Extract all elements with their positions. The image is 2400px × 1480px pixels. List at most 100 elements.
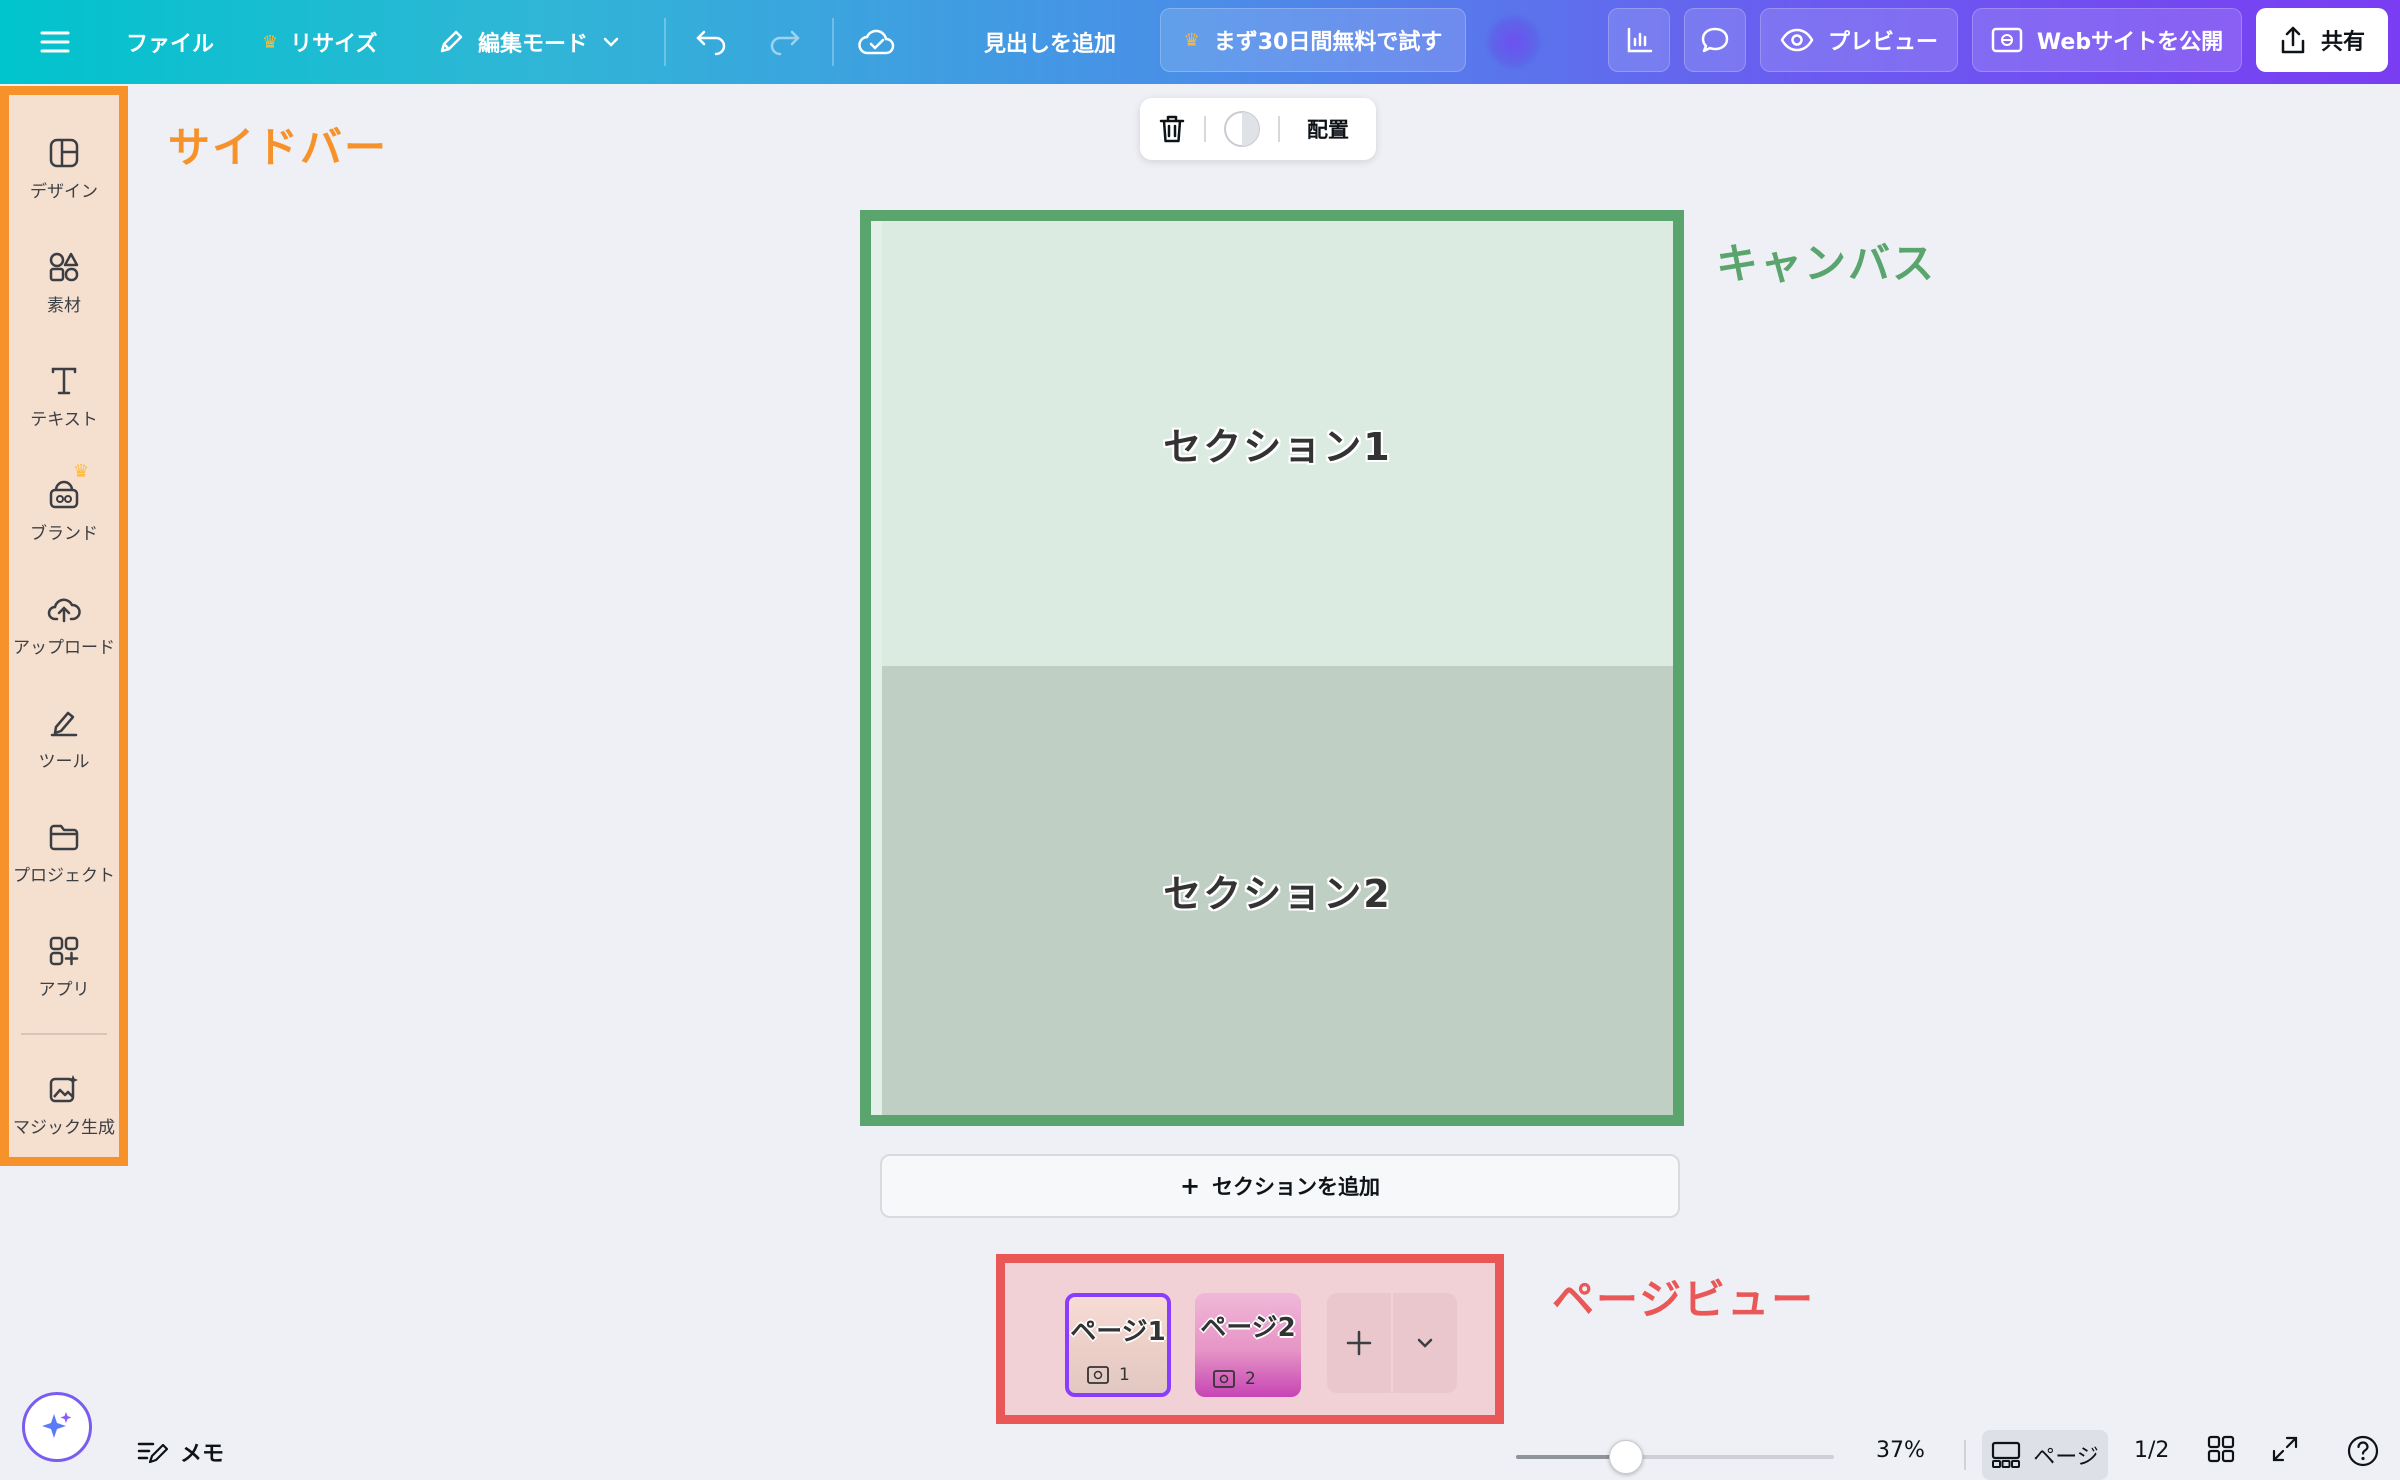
help-icon (2347, 1435, 2379, 1467)
publish-website-button[interactable]: Webサイトを公開 (1972, 8, 2242, 72)
add-section-button[interactable]: + セクションを追加 (880, 1154, 1680, 1218)
pencil-icon (440, 30, 463, 53)
crown-icon: ♛ (262, 31, 279, 53)
fullscreen-button[interactable] (2270, 1434, 2300, 1464)
save-status-button[interactable] (858, 0, 896, 84)
share-label: 共有 (2320, 30, 2365, 55)
preview-label: プレビュー (1827, 30, 1938, 55)
page-thumbnail-1[interactable]: ページ1 1 (1065, 1293, 1171, 1397)
sidebar-item-text[interactable]: テキスト (9, 347, 119, 447)
insights-button[interactable] (1608, 8, 1670, 72)
sidebar-item-label: マジック生成 (13, 1117, 115, 1138)
free-trial-label: まず30日間無料で試す (1213, 30, 1443, 55)
zoom-slider[interactable] (1516, 1455, 1834, 1459)
sidebar-item-label: アプリ (38, 979, 90, 1000)
add-heading-button[interactable]: 見出しを追加 (984, 0, 1116, 84)
sidebar: デザイン 素材 テキスト ♛ ブランド アップロード ツール プロジェクト アプ… (0, 86, 128, 1166)
sidebar-item-label: 素材 (47, 295, 81, 316)
chevron-down-icon (603, 37, 619, 47)
edit-mode-dropdown[interactable]: 編集モード (436, 0, 622, 84)
section-title: セクション2 (1163, 872, 1392, 916)
magic-media-icon (49, 1074, 78, 1102)
sidebar-item-design[interactable]: デザイン (9, 119, 119, 219)
sidebar-item-brand[interactable]: ♛ ブランド (9, 461, 119, 561)
page-number-label: 1 (1119, 1365, 1130, 1385)
elements-icon (49, 252, 79, 281)
resize-button[interactable]: ♛ リサイズ (262, 0, 377, 84)
avatar[interactable] (1488, 16, 1540, 68)
top-toolbar: ファイル ♛ リサイズ 編集モード 見出しを追加 ♛ まず30日間無料で試す プ… (0, 0, 2400, 84)
preview-button[interactable]: プレビュー (1760, 8, 1958, 72)
pages-view-button[interactable]: ページ (1982, 1430, 2108, 1480)
chevron-down-icon (1417, 1338, 1433, 1348)
file-menu[interactable]: ファイル (126, 0, 214, 84)
apps-icon (49, 936, 79, 965)
website-page-icon (1087, 1366, 1109, 1384)
page-number-label: 2 (1245, 1369, 1256, 1389)
page-options-button[interactable] (1393, 1293, 1457, 1393)
sidebar-item-label: ブランド (30, 523, 98, 544)
comment-icon (1701, 27, 1729, 53)
main-menu-button[interactable] (40, 0, 70, 84)
website-page-icon (1213, 1370, 1235, 1388)
plus-icon (1346, 1330, 1372, 1356)
redo-button[interactable] (768, 0, 802, 84)
pages-icon (1992, 1441, 2021, 1468)
sidebar-item-apps[interactable]: アプリ (9, 917, 119, 1017)
free-trial-button[interactable]: ♛ まず30日間無料で試す (1160, 8, 1466, 72)
sparkle-icon (42, 1412, 72, 1438)
divider (1964, 1440, 1966, 1470)
zoom-level[interactable]: 37% (1876, 1438, 1925, 1463)
canvas-annotation: キャンバス (1716, 239, 1937, 288)
hamburger-icon (40, 31, 70, 53)
add-section-label: セクションを追加 (1212, 1175, 1381, 1199)
canvas[interactable]: セクション1 セクション2 (860, 210, 1684, 1126)
pageview-annotation: ページビュー (1552, 1275, 1816, 1324)
sidebar-item-label: アップロード (13, 637, 115, 658)
brand-icon (49, 480, 79, 508)
design-icon (49, 138, 79, 167)
page-thumbnail-2[interactable]: ページ2 2 (1195, 1293, 1301, 1397)
comments-button[interactable] (1684, 8, 1746, 72)
undo-icon (696, 30, 726, 56)
page-number: 1 (1087, 1365, 1130, 1385)
expand-icon (2272, 1436, 2298, 1462)
crown-icon: ♛ (1183, 29, 1200, 51)
sidebar-annotation: サイドバー (168, 123, 389, 172)
sidebar-item-tools[interactable]: ツール (9, 689, 119, 789)
tools-icon (50, 711, 78, 736)
help-button[interactable] (2346, 1434, 2380, 1468)
magic-assistant-button[interactable] (22, 1392, 92, 1462)
section-2[interactable]: セクション2 (882, 666, 1673, 1115)
zoom-slider-handle[interactable] (1609, 1440, 1644, 1474)
grid-view-button[interactable] (2206, 1434, 2236, 1464)
add-heading-label: 見出しを追加 (984, 32, 1117, 57)
add-page-button[interactable] (1327, 1293, 1391, 1393)
sidebar-item-elements[interactable]: 素材 (9, 233, 119, 333)
share-button[interactable]: 共有 (2256, 8, 2388, 72)
pages-view-label: ページ (2033, 1445, 2099, 1470)
page-counter[interactable]: 1/2 (2134, 1438, 2169, 1463)
sidebar-item-upload[interactable]: アップロード (9, 575, 119, 675)
bar-chart-icon (1627, 27, 1653, 53)
arrange-button[interactable]: 配置 (1280, 114, 1376, 144)
page-thumbnail-title: ページ2 (1200, 1313, 1296, 1343)
resize-label: リサイズ (290, 32, 378, 57)
website-icon (1991, 27, 2023, 53)
upload-icon (47, 598, 81, 622)
page-number: 2 (1213, 1369, 1256, 1389)
undo-button[interactable] (694, 0, 728, 84)
transparency-button[interactable] (1206, 110, 1278, 148)
sidebar-item-label: プロジェクト (13, 865, 115, 886)
notes-button[interactable]: メモ (136, 1436, 224, 1468)
sidebar-item-magic-media[interactable]: マジック生成 (9, 1055, 119, 1155)
section-1[interactable]: セクション1 (882, 221, 1673, 666)
divider (832, 18, 834, 66)
canvas-edge (871, 221, 882, 1115)
transparency-icon (1224, 111, 1260, 147)
sidebar-item-projects[interactable]: プロジェクト (9, 803, 119, 903)
arrange-label: 配置 (1307, 118, 1349, 142)
file-menu-label: ファイル (126, 32, 215, 57)
edit-mode-label: 編集モード (478, 32, 589, 57)
delete-button[interactable] (1140, 114, 1204, 144)
